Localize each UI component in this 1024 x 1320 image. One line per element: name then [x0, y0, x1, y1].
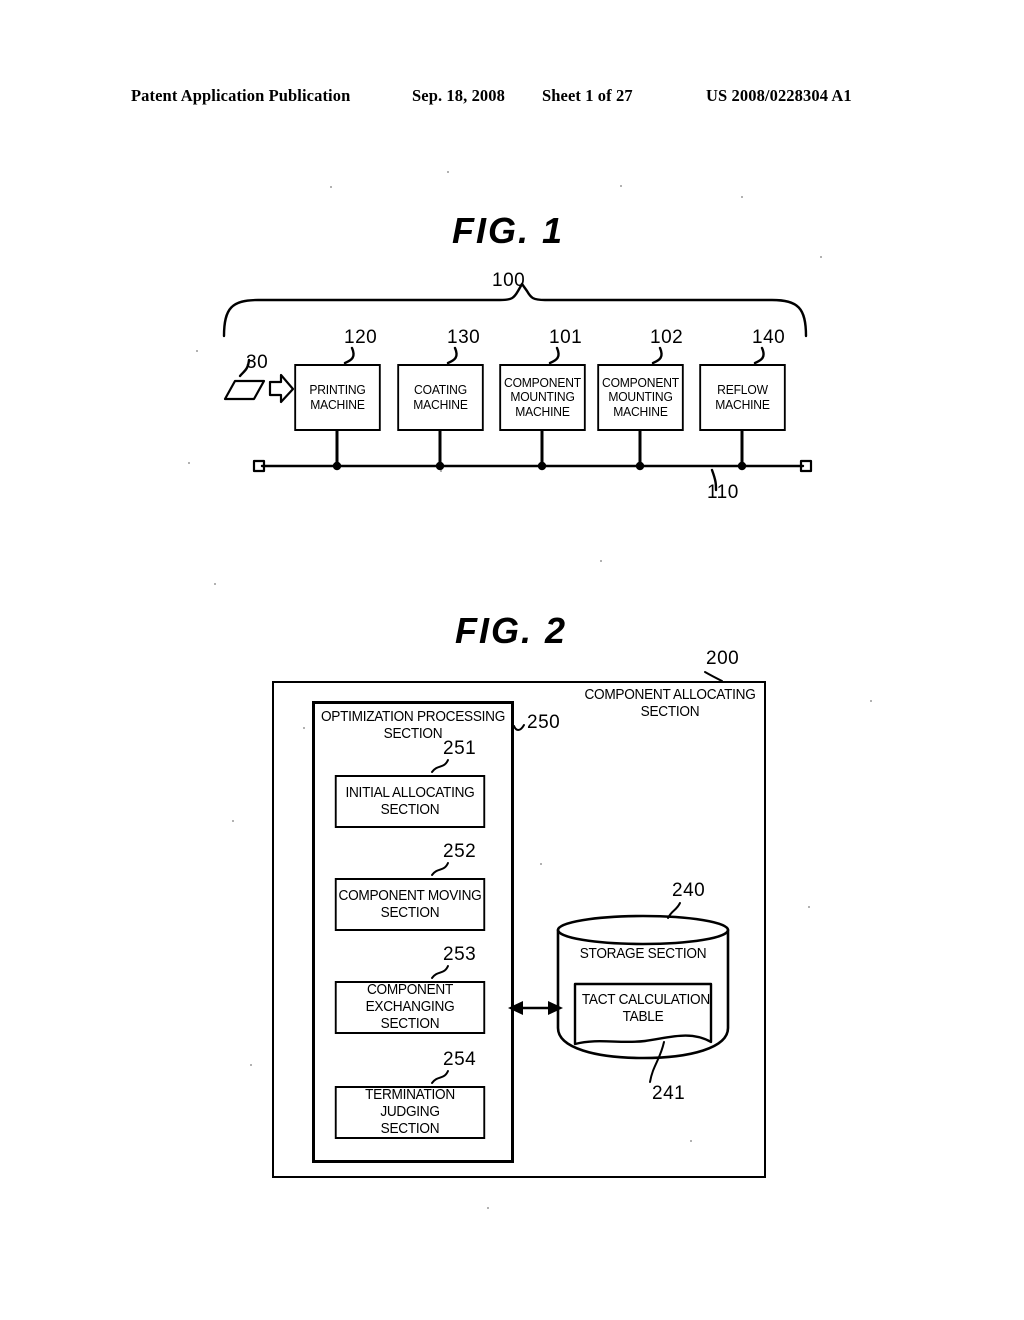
- component-exchanging-section-box: COMPONENT EXCHANGING SECTION: [334, 981, 486, 1034]
- cmm101-line-2: MOUNTING: [510, 389, 575, 405]
- cms-line-1: COMPONENT MOVING: [338, 887, 482, 904]
- printing-machine-line-1: PRINTING: [309, 382, 366, 397]
- component-allocating-section-label: COMPONENT ALLOCATING SECTION: [576, 687, 764, 721]
- ces-line-2: EXCHANGING SECTION: [365, 999, 455, 1032]
- scan-speck: [440, 470, 442, 472]
- component-mounting-machine-102-box: COMPONENT MOUNTING MACHINE: [597, 364, 684, 431]
- scan-speck: [196, 350, 198, 352]
- ref-200: 200: [706, 648, 740, 669]
- cmm102-line-3: MACHINE: [613, 403, 668, 419]
- scan-speck: [303, 727, 305, 729]
- tjs-line-2: SECTION: [380, 1121, 440, 1137]
- reflow-machine-box: REFLOW MACHINE: [699, 364, 786, 431]
- ref-102: 102: [650, 327, 684, 348]
- ref-254: 254: [443, 1049, 477, 1070]
- cms-line-2: SECTION: [380, 904, 440, 921]
- ref-130: 130: [447, 327, 481, 348]
- ref-251: 251: [443, 738, 477, 759]
- tjs-line-1: TERMINATION JUDGING: [365, 1087, 455, 1120]
- patent-number: US 2008/0228304 A1: [706, 86, 852, 105]
- sheet-number: Sheet 1 of 27: [542, 86, 633, 105]
- scan-speck: [447, 171, 449, 173]
- ias-line-2: SECTION: [380, 801, 440, 818]
- ref-101: 101: [549, 327, 583, 348]
- scan-speck: [600, 560, 602, 562]
- publication-label: Patent Application Publication: [131, 86, 351, 105]
- scan-speck: [870, 700, 872, 702]
- ops-label-line-2: SECTION: [383, 726, 443, 742]
- scan-speck: [188, 462, 190, 464]
- initial-allocating-section-box: INITIAL ALLOCATING SECTION: [334, 775, 486, 828]
- ref-110: 110: [707, 482, 739, 503]
- cmm102-line-1: COMPONENT: [602, 374, 679, 390]
- printing-machine-line-2: MACHINE: [310, 396, 365, 412]
- scan-speck: [487, 1207, 489, 1209]
- ops-label-line-1: OPTIMIZATION PROCESSING: [320, 709, 506, 725]
- publication-date: Sep. 18, 2008: [412, 86, 505, 105]
- ref-120: 120: [344, 327, 378, 348]
- figure-2-title: FIG. 2: [455, 610, 568, 651]
- coating-machine-box: COATING MACHINE: [397, 364, 484, 431]
- scan-speck: [820, 256, 822, 258]
- component-mounting-machine-101-box: COMPONENT MOUNTING MACHINE: [499, 364, 586, 431]
- scan-speck: [214, 583, 216, 585]
- ref-240: 240: [672, 880, 706, 901]
- reflow-machine-line-2: MACHINE: [715, 396, 770, 412]
- reflow-machine-line-1: REFLOW: [717, 382, 768, 397]
- page-header: Patent Application Publication Sep. 18, …: [0, 86, 1024, 110]
- scan-speck: [330, 186, 332, 188]
- optimization-processing-section-label: OPTIMIZATION PROCESSING SECTION: [319, 709, 507, 743]
- termination-judging-section-box: TERMINATION JUDGING SECTION: [334, 1086, 486, 1139]
- tct-line-1: TACT CALCULATION: [581, 992, 710, 1008]
- scan-speck: [690, 1140, 692, 1142]
- cas-label-line-1: COMPONENT ALLOCATING: [584, 687, 756, 703]
- ref-252: 252: [443, 841, 477, 862]
- coating-machine-line-2: MACHINE: [413, 396, 468, 412]
- ias-line-1: INITIAL ALLOCATING: [345, 784, 475, 801]
- storage-section-label: STORAGE SECTION: [579, 946, 707, 962]
- scan-speck: [620, 185, 622, 187]
- scan-speck: [741, 196, 743, 198]
- cmm101-line-1: COMPONENT: [504, 374, 581, 390]
- ref-140: 140: [752, 327, 786, 348]
- scan-speck: [232, 820, 234, 822]
- tact-calculation-table-label: TACT CALCULATION TABLE: [581, 992, 710, 1026]
- ref-250: 250: [527, 712, 561, 733]
- scan-speck: [808, 906, 810, 908]
- ref-100: 100: [492, 270, 526, 291]
- ref-241: 241: [652, 1083, 686, 1104]
- tct-line-2: TABLE: [622, 1009, 664, 1025]
- cmm102-line-2: MOUNTING: [608, 389, 673, 405]
- scan-speck: [250, 1064, 252, 1066]
- cas-label-line-2: SECTION: [640, 704, 700, 720]
- ref-253: 253: [443, 944, 477, 965]
- ces-line-1: COMPONENT: [366, 982, 454, 998]
- coating-machine-line-1: COATING: [414, 382, 467, 397]
- ref-30: 30: [246, 352, 269, 373]
- printing-machine-box: PRINTING MACHINE: [294, 364, 381, 431]
- figure-1-title: FIG. 1: [452, 210, 565, 251]
- cmm101-line-3: MACHINE: [515, 403, 570, 419]
- scan-speck: [540, 863, 542, 865]
- component-moving-section-box: COMPONENT MOVING SECTION: [334, 878, 486, 931]
